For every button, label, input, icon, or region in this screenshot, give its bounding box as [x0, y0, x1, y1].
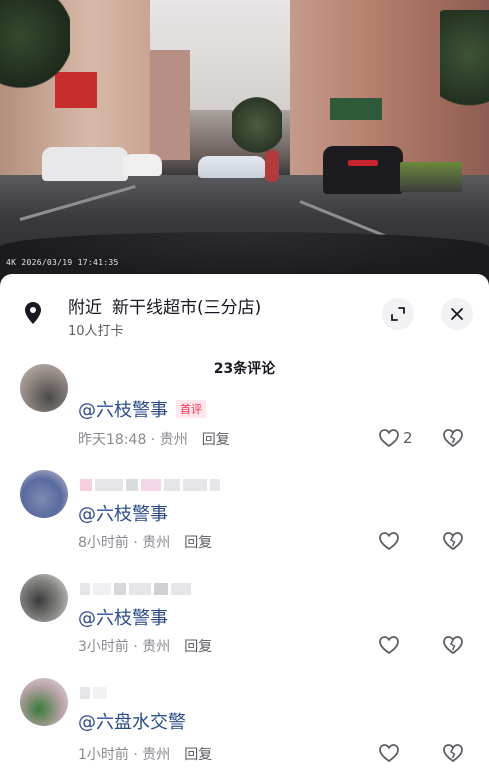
avatar[interactable] [20, 364, 68, 412]
avatar[interactable] [20, 470, 68, 518]
username-masked[interactable] [80, 478, 220, 492]
heart-outline-icon [379, 636, 399, 655]
dislike-button[interactable] [442, 743, 464, 767]
comment-item: @六枝警事 8小时前 · 贵州 回复 [0, 470, 489, 570]
expand-icon [391, 307, 405, 321]
username-masked[interactable] [80, 582, 191, 596]
broken-heart-icon [443, 532, 463, 551]
broken-heart-icon [443, 429, 463, 448]
comment-time: 1小时前 [78, 747, 129, 763]
expand-button[interactable] [382, 298, 414, 330]
comment-text[interactable]: @六枝警事 首评 [78, 396, 206, 422]
broken-heart-icon [443, 744, 463, 763]
like-button[interactable] [378, 743, 400, 763]
tree-left [0, 0, 70, 90]
first-comment-badge: 首评 [176, 400, 206, 418]
comment-time: 8小时前 [78, 535, 129, 551]
comment-meta: 8小时前 · 贵州 回复 [78, 535, 213, 551]
location-name: 新干线超市(三分店) [112, 298, 262, 318]
motorcycle-rider [265, 150, 279, 182]
heart-outline-icon [379, 532, 399, 551]
close-icon [451, 308, 463, 320]
comment-time: 昨天18:48 [78, 432, 147, 448]
dislike-button[interactable] [442, 531, 464, 555]
avatar[interactable] [20, 678, 68, 726]
comment-item: @六枝警事 首评 昨天18:48 · 贵州 回复 2 [0, 364, 489, 462]
like-button[interactable] [378, 635, 400, 655]
heart-outline-icon [379, 744, 399, 763]
tree-center [232, 95, 282, 155]
reply-button[interactable]: 回复 [202, 432, 230, 448]
tree-right [440, 10, 489, 120]
heart-outline-icon [379, 429, 399, 448]
comment-time: 3小时前 [78, 639, 129, 655]
location-title[interactable]: 附近 新干线超市(三分店) [68, 293, 261, 318]
comment-meta: 3小时前 · 贵州 回复 [78, 639, 213, 655]
dark-suv [323, 146, 403, 194]
comment-meta: 昨天18:48 · 贵州 回复 [78, 432, 230, 448]
comment-region: 贵州 [142, 535, 171, 551]
comment-text[interactable]: @六盘水交警 [78, 708, 186, 734]
comment-count: 23条评论 [213, 361, 276, 377]
username-masked[interactable] [80, 686, 107, 700]
reply-button[interactable]: 回复 [184, 535, 212, 551]
close-button[interactable] [441, 298, 473, 330]
dark-suv-taillight [348, 160, 378, 166]
like-button[interactable] [378, 531, 400, 551]
reply-button[interactable]: 回复 [184, 639, 212, 655]
comment-region: 贵州 [142, 639, 171, 655]
police-car [198, 156, 266, 178]
white-suv [42, 147, 128, 181]
comment-region: 贵州 [142, 747, 171, 763]
comment-item: @六枝警事 3小时前 · 贵州 回复 [0, 574, 489, 674]
avatar[interactable] [20, 574, 68, 622]
building-right-sign [330, 98, 382, 120]
comment-item: @六盘水交警 1小时前 · 贵州 回复 [0, 678, 489, 774]
reply-button[interactable]: 回复 [184, 747, 212, 763]
location-checkins: 10人打卡 [68, 324, 124, 339]
building-left-far [150, 50, 190, 160]
comment-region: 贵州 [159, 432, 188, 448]
dislike-button[interactable] [442, 428, 464, 452]
comment-meta: 1小时前 · 贵州 回复 [78, 747, 213, 763]
location-prefix: 附近 [68, 298, 102, 318]
broken-heart-icon [443, 636, 463, 655]
comment-text[interactable]: @六枝警事 [78, 604, 168, 630]
video-player[interactable]: 4K 2026/03/19 17:41:35 [0, 0, 489, 282]
video-timestamp: 4K 2026/03/19 17:41:35 [6, 258, 119, 267]
fruit-stall [400, 162, 462, 192]
white-sedan [122, 154, 162, 176]
like-count: 2 [403, 429, 413, 447]
location-pin-icon [20, 300, 46, 326]
dislike-button[interactable] [442, 635, 464, 659]
like-button[interactable]: 2 [378, 428, 413, 448]
comment-text[interactable]: @六枝警事 [78, 500, 168, 526]
comment-sheet: 附近 新干线超市(三分店) 10人打卡 23条评论 @六枝警事 首评 昨天18:4… [0, 274, 489, 774]
